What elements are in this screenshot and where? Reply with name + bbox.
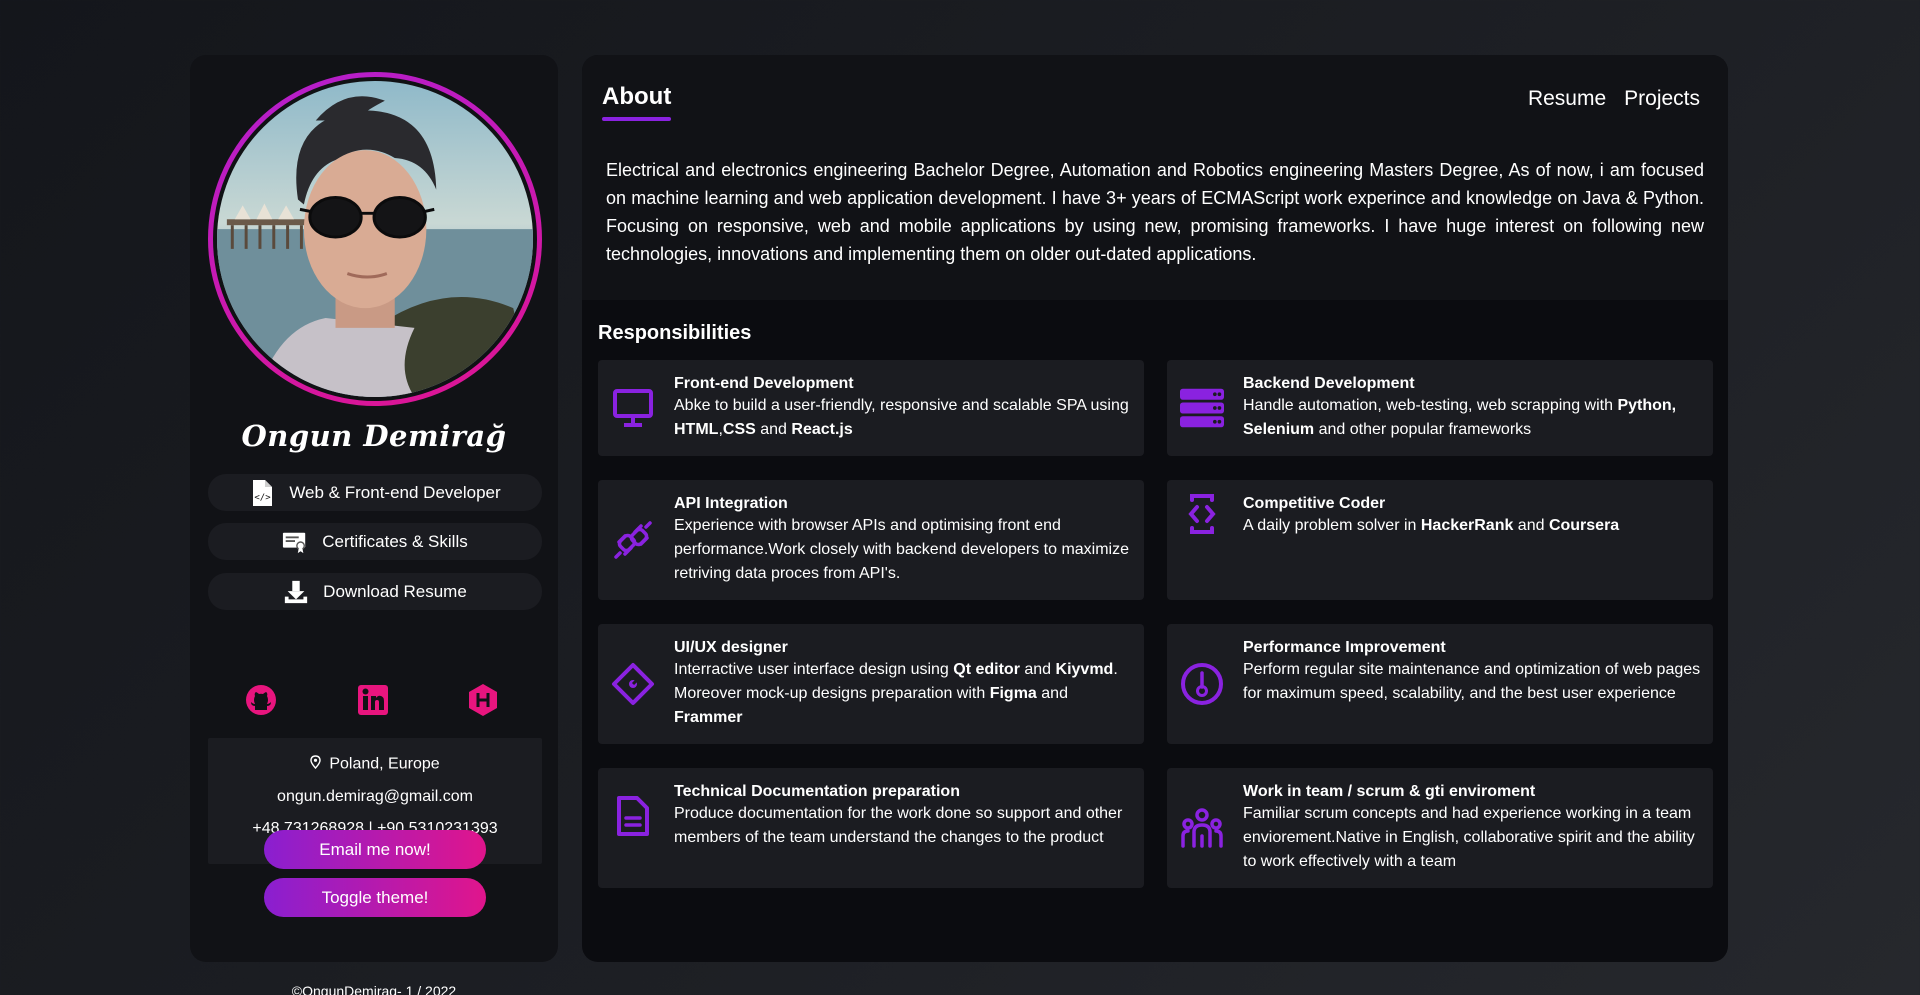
- certificate-icon: [282, 528, 308, 556]
- card-description: Handle automation, web-testing, web scra…: [1243, 397, 1677, 438]
- server-icon: [1180, 386, 1224, 430]
- card-title: Front-end Development: [674, 375, 854, 392]
- card-title: Performance Improvement: [1243, 639, 1446, 656]
- card-teamwork: Work in team / scrum & gti enviroment Fa…: [1167, 768, 1713, 888]
- card-documentation: Technical Documentation preparation Prod…: [598, 768, 1144, 888]
- card-uiux: UI/UX designer Interractive user interfa…: [598, 624, 1144, 744]
- card-title: API Integration: [674, 495, 788, 512]
- nav-projects[interactable]: Projects: [1624, 87, 1700, 111]
- card-description: Familiar scrum concepts and had experien…: [1243, 805, 1695, 870]
- card-front-end: Front-end Development Abke to build a us…: [598, 360, 1144, 456]
- top-nav: Resume Projects: [1528, 87, 1700, 111]
- tab-about[interactable]: About: [602, 83, 671, 111]
- avatar: [213, 77, 537, 401]
- card-description: Perform regular site maintenance and opt…: [1243, 661, 1701, 702]
- card-description: Abke to build a user-friendly, responsiv…: [674, 397, 1129, 438]
- nav-resume[interactable]: Resume: [1528, 87, 1606, 111]
- card-title: Backend Development: [1243, 375, 1415, 392]
- card-description: Produce documentation for the work done …: [674, 805, 1123, 846]
- code-device-icon: [1180, 492, 1224, 536]
- card-title: Technical Documentation preparation: [674, 783, 960, 800]
- active-tab-indicator: [602, 117, 671, 121]
- download-resume-label: Download Resume: [323, 581, 467, 601]
- team-icon: [1180, 806, 1224, 850]
- hackerrank-icon[interactable]: [466, 683, 500, 717]
- card-performance: Performance Improvement Perform regular …: [1167, 624, 1713, 744]
- card-description: A daily problem solver in HackerRank and…: [1243, 517, 1620, 534]
- plug-icon: [611, 518, 655, 562]
- profile-sidebar: Ongun Demirağ </> Web & Front-end Develo…: [190, 55, 558, 995]
- card-title: Work in team / scrum & gti enviroment: [1243, 783, 1536, 800]
- profile-name: Ongun Demirağ: [241, 419, 507, 453]
- code-file-icon: </>: [249, 479, 275, 507]
- email-me-button[interactable]: Email me now!: [264, 830, 486, 869]
- role-button[interactable]: </> Web & Front-end Developer: [208, 474, 542, 511]
- card-api: API Integration Experience with browser …: [598, 480, 1144, 600]
- speedometer-icon: [1180, 662, 1224, 706]
- certificates-button-label: Certificates & Skills: [322, 531, 468, 551]
- location: Poland, Europe: [208, 755, 542, 774]
- avatar-ring: [208, 72, 542, 406]
- card-description: Interractive user interface design using…: [674, 661, 1118, 726]
- monitor-icon: [611, 386, 655, 430]
- card-backend: Backend Development Handle automation, w…: [1167, 360, 1713, 456]
- email-text[interactable]: ongun.demirag@gmail.com: [208, 788, 542, 806]
- social-links: [190, 683, 558, 719]
- download-resume-button[interactable]: Download Resume: [208, 573, 542, 610]
- location-text: Poland, Europe: [329, 755, 440, 773]
- responsibilities-title: Responsibilities: [598, 322, 752, 344]
- role-button-label: Web & Front-end Developer: [289, 482, 501, 502]
- download-icon: [283, 578, 309, 606]
- design-diamond-icon: [611, 662, 655, 706]
- about-text: Electrical and electronics engineering B…: [606, 160, 1704, 264]
- location-pin-icon: [310, 755, 322, 774]
- linkedin-icon[interactable]: [356, 683, 390, 717]
- svg-text:</>: </>: [255, 493, 272, 503]
- copyright: ©OngunDemirag- 1 / 2022: [291, 983, 457, 995]
- card-competitive: Competitive Coder A daily problem solver…: [1167, 480, 1713, 600]
- toggle-theme-button[interactable]: Toggle theme!: [264, 878, 486, 917]
- main-panel: About Resume Projects Electrical and ele…: [582, 55, 1728, 962]
- about-section: About Resume Projects Electrical and ele…: [582, 55, 1728, 300]
- certificates-button[interactable]: Certificates & Skills: [208, 523, 542, 560]
- document-icon: [611, 794, 655, 838]
- card-title: UI/UX designer: [674, 639, 788, 656]
- card-description: Experience with browser APIs and optimis…: [674, 517, 1130, 582]
- github-icon[interactable]: [244, 683, 278, 717]
- card-title: Competitive Coder: [1243, 495, 1386, 512]
